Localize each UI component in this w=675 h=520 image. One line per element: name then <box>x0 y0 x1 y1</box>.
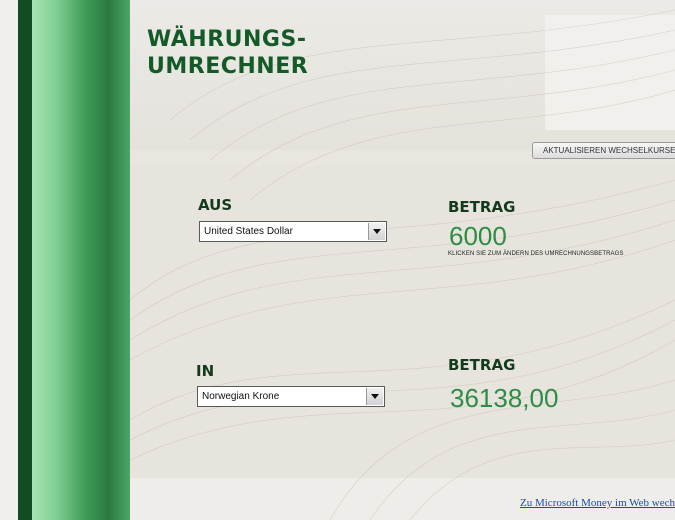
from-amount-input[interactable]: 6000 <box>449 222 507 250</box>
from-currency-select[interactable]: United States Dollar <box>199 221 387 242</box>
app-title: WÄHRUNGS- UMRECHNER <box>147 27 309 79</box>
chevron-down-icon[interactable] <box>368 223 385 240</box>
to-amount-label: BETRAG <box>448 356 516 374</box>
dark-green-stripe <box>18 0 32 520</box>
from-currency-value: United States Dollar <box>204 226 293 237</box>
to-currency-select[interactable]: Norwegian Krone <box>197 386 385 407</box>
currency-converter-window: WÄHRUNGS- UMRECHNER AKTUALISIEREN WECHSE… <box>0 0 675 520</box>
update-exchange-rates-button[interactable]: AKTUALISIEREN WECHSELKURSE <box>532 142 675 159</box>
converted-amount: 36138,00 <box>450 383 559 413</box>
chevron-down-icon[interactable] <box>366 388 383 405</box>
to-currency-value: Norwegian Krone <box>202 391 280 402</box>
to-label: IN <box>196 362 215 380</box>
from-label: AUS <box>198 196 233 214</box>
from-amount-label: BETRAG <box>448 198 516 216</box>
left-edge <box>0 0 18 520</box>
change-amount-hint: KLICKEN SIE ZUM ÄNDERN DES UMRECHNUNGSBE… <box>448 251 624 257</box>
money-web-link[interactable]: Zu Microsoft Money im Web wechseln <box>520 497 675 509</box>
green-gradient-stripe <box>32 0 130 520</box>
